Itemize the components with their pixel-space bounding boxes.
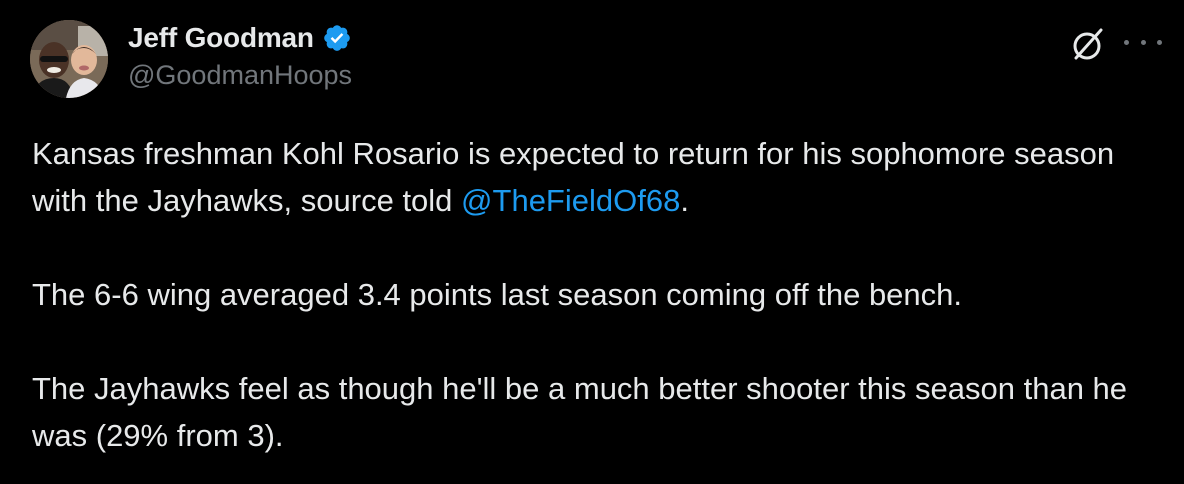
tweet-paragraph-3: The Jayhawks feel as though he'll be a m…	[32, 371, 1128, 453]
dot	[1157, 39, 1162, 45]
name-row: Jeff Goodman	[128, 20, 352, 56]
avatar-image	[30, 20, 108, 98]
tweet-paragraph-1-end: .	[680, 183, 689, 218]
mention-link[interactable]: @TheFieldOf68	[461, 183, 680, 218]
grok-icon[interactable]	[1068, 24, 1108, 64]
more-options-icon[interactable]	[1124, 24, 1162, 60]
tweet-text: Kansas freshman Kohl Rosario is expected…	[32, 130, 1162, 459]
dot	[1140, 39, 1146, 45]
verified-badge-icon	[322, 23, 352, 53]
tweet-paragraph-1: Kansas freshman Kohl Rosario is expected…	[32, 130, 1162, 224]
dot	[1124, 39, 1129, 45]
display-name[interactable]: Jeff Goodman	[128, 22, 314, 54]
tweet-paragraph-2: The 6-6 wing averaged 3.4 points last se…	[32, 277, 963, 312]
user-handle[interactable]: @GoodmanHoops	[128, 60, 352, 91]
tweet: Jeff Goodman @GoodmanHoops Kansas freshm…	[0, 0, 1184, 484]
avatar[interactable]	[30, 20, 108, 98]
